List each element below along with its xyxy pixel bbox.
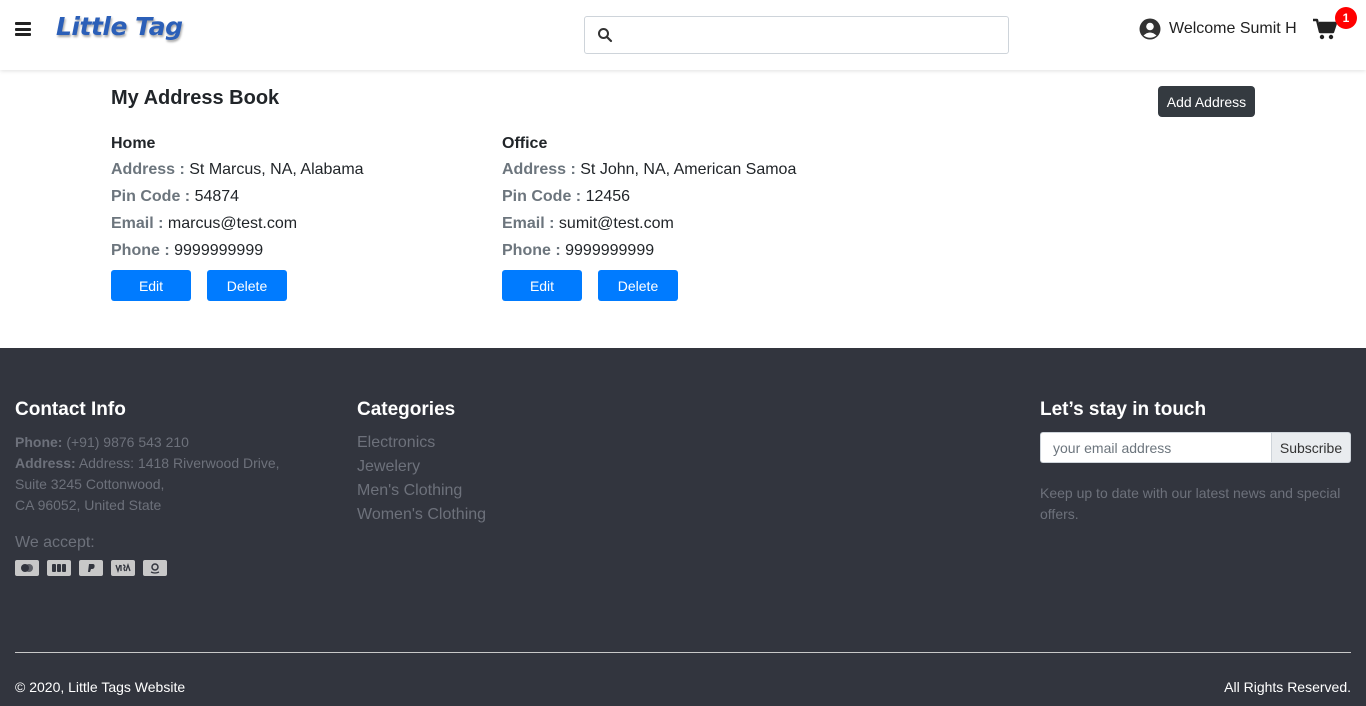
- pin-code-row: Pin Code : 54874: [111, 183, 491, 210]
- address-value: St Marcus, NA, Alabama: [189, 161, 364, 178]
- contact-address-label: Address:: [15, 455, 76, 471]
- contact-address-line3: CA 96052, United State: [15, 497, 162, 513]
- user-menu[interactable]: Welcome Sumit H: [1139, 18, 1297, 40]
- contact-address-line2: Suite 3245 Cottonwood,: [15, 476, 165, 492]
- email-label: Email :: [111, 215, 164, 232]
- pin-code-value: 54874: [194, 188, 240, 205]
- phone-value: 9999999999: [174, 242, 264, 259]
- edit-button[interactable]: Edit: [111, 270, 191, 301]
- category-link-electronics[interactable]: Electronics: [357, 431, 486, 455]
- payment-methods: [15, 560, 175, 576]
- cart-count-badge: 1: [1335, 7, 1357, 29]
- address-value: St John, NA, American Samoa: [580, 161, 797, 178]
- mastercard-icon: [15, 560, 39, 576]
- newsletter-form: Subscribe: [1040, 432, 1351, 463]
- delete-button[interactable]: Delete: [598, 270, 678, 301]
- phone-label: Phone :: [111, 242, 170, 259]
- pin-code-label: Pin Code :: [502, 188, 582, 205]
- footer-divider: [15, 652, 1351, 653]
- categories-heading: Categories: [357, 399, 456, 420]
- address-row: Address : St John, NA, American Samoa: [502, 156, 882, 183]
- contact-phone: (+91) 9876 543 210: [66, 434, 189, 450]
- email-row: Email : sumit@test.com: [502, 210, 882, 237]
- address-label: Address :: [111, 161, 185, 178]
- email-label: Email :: [502, 215, 555, 232]
- category-link-mens-clothing[interactable]: Men's Clothing: [357, 479, 486, 503]
- amazon-icon: [143, 560, 167, 576]
- paypal-icon: [79, 560, 103, 576]
- contact-details: Phone: (+91) 9876 543 210 Address: Addre…: [15, 432, 280, 516]
- phone-row: Phone : 9999999999: [502, 237, 882, 264]
- jcb-icon: [47, 560, 71, 576]
- delete-button[interactable]: Delete: [207, 270, 287, 301]
- add-address-button[interactable]: Add Address: [1158, 86, 1255, 117]
- user-circle-icon[interactable]: [1139, 18, 1161, 40]
- search-input[interactable]: [613, 17, 1008, 53]
- site-logo[interactable]: Little Tag: [56, 12, 183, 41]
- pin-code-label: Pin Code :: [111, 188, 191, 205]
- address-name: Office: [502, 135, 548, 152]
- category-link-jewelery[interactable]: Jewelery: [357, 455, 486, 479]
- shopping-cart-icon[interactable]: [1313, 18, 1337, 40]
- email-value: marcus@test.com: [167, 215, 298, 232]
- phone-value: 9999999999: [565, 242, 655, 259]
- newsletter-heading: Let’s stay in touch: [1040, 399, 1207, 420]
- phone-label: Phone :: [502, 242, 561, 259]
- all-rights-reserved-text: All Rights Reserved.: [1224, 679, 1351, 695]
- categories-list: Electronics Jewelery Men's Clothing Wome…: [357, 431, 486, 527]
- top-header: Little Tag Welcome Sumit H 1: [0, 0, 1366, 70]
- address-row: Address : St Marcus, NA, Alabama: [111, 156, 491, 183]
- contact-address-line1: Address: 1418 Riverwood Drive,: [78, 455, 280, 471]
- address-card-home: Home Address : St Marcus, NA, Alabama Pi…: [111, 132, 491, 301]
- newsletter-email-input[interactable]: [1040, 432, 1271, 463]
- category-link-womens-clothing[interactable]: Women's Clothing: [357, 503, 486, 527]
- subscribe-button[interactable]: Subscribe: [1271, 432, 1351, 463]
- contact-phone-label: Phone:: [15, 434, 63, 450]
- page-title: My Address Book: [111, 87, 280, 109]
- visa-icon: [111, 560, 135, 576]
- email-row: Email : marcus@test.com: [111, 210, 491, 237]
- site-footer: Contact Info Phone: (+91) 9876 543 210 A…: [0, 348, 1366, 706]
- hamburger-menu-icon[interactable]: [15, 22, 31, 36]
- contact-info-heading: Contact Info: [15, 399, 126, 420]
- address-card-office: Office Address : St John, NA, American S…: [502, 132, 882, 301]
- we-accept-label: We accept:: [15, 534, 95, 551]
- welcome-text: Welcome Sumit H: [1169, 20, 1297, 37]
- copyright-text: © 2020, Little Tags Website: [15, 679, 186, 695]
- pin-code-row: Pin Code : 12456: [502, 183, 882, 210]
- search-bar[interactable]: [584, 16, 1009, 54]
- edit-button[interactable]: Edit: [502, 270, 582, 301]
- newsletter-description: Keep up to date with our latest news and…: [1040, 485, 1341, 522]
- phone-row: Phone : 9999999999: [111, 237, 491, 264]
- search-icon[interactable]: [597, 27, 613, 43]
- pin-code-value: 12456: [585, 188, 631, 205]
- address-name: Home: [111, 135, 156, 152]
- email-value: sumit@test.com: [558, 215, 674, 232]
- address-label: Address :: [502, 161, 576, 178]
